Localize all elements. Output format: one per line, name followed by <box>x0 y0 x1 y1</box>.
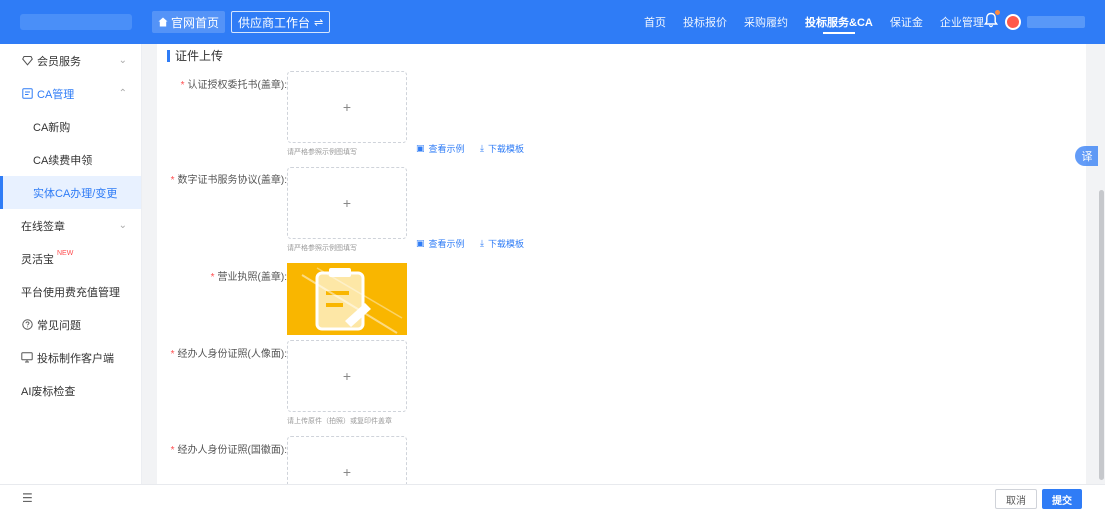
logo-image <box>20 14 132 30</box>
sidebar-item-member-service[interactable]: 会员服务 ⌄ <box>0 44 141 77</box>
field-label-text: 数字证书服务协议(盖章): <box>177 175 287 186</box>
ca-card-icon <box>21 88 33 100</box>
plus-icon: + <box>342 99 352 115</box>
field-label-service-agreement: * 数字证书服务协议(盖章): <box>157 171 287 186</box>
download-template-link[interactable]: ⤓ 下载模板 <box>480 237 524 250</box>
download-icon: ⤓ <box>480 143 484 153</box>
new-badge: NEW <box>57 250 74 257</box>
sidebar: 会员服务 ⌄ CA管理 ⌃ CA新购 CA续费申领 实体CA办理/变更 在线签章… <box>0 44 142 484</box>
download-icon: ⤓ <box>480 238 484 248</box>
sidebar-item-label: CA管理 <box>37 88 75 101</box>
question-icon <box>21 319 33 331</box>
submit-button[interactable]: 提交 <box>1042 489 1082 509</box>
view-example-link[interactable]: ▣ 查看示例 <box>416 237 465 250</box>
home-icon <box>158 17 168 27</box>
sidebar-item-ai-check[interactable]: AI废标检查 <box>0 374 141 407</box>
nav-enterprise[interactable]: 企业管理 <box>940 0 984 44</box>
link-text: 查看示例 <box>428 144 465 154</box>
required-mark: * <box>170 349 175 360</box>
link-text: 下载模板 <box>487 144 524 154</box>
required-mark: * <box>210 272 215 283</box>
nav-deposit[interactable]: 保证金 <box>890 0 923 44</box>
sidebar-item-ca-renew[interactable]: CA续费申领 <box>0 143 141 176</box>
bell-icon[interactable] <box>983 10 1000 28</box>
sidebar-item-label: 投标制作客户端 <box>37 352 114 365</box>
nav-home[interactable]: 首页 <box>644 0 666 44</box>
diamond-icon <box>21 55 33 67</box>
sidebar-item-label: 常见问题 <box>37 319 81 332</box>
official-home-label: 官网首页 <box>171 15 220 30</box>
supplier-workbench-button[interactable]: 供应商工作台 ⇌ <box>231 11 331 33</box>
link-text: 下载模板 <box>487 239 524 249</box>
sidebar-item-linghuobao[interactable]: 灵活宝 NEW <box>0 242 141 275</box>
upload-service-agreement[interactable]: + <box>287 167 407 239</box>
sidebar-item-label: 在线签章 <box>21 220 65 233</box>
upload-authorization[interactable]: + <box>287 71 407 143</box>
avatar[interactable] <box>1005 14 1021 30</box>
title-accent-bar <box>167 49 170 62</box>
swap-icon: ⇌ <box>314 16 324 29</box>
business-license-preview[interactable] <box>287 263 407 335</box>
chevron-down-icon: ⌄ <box>118 55 127 66</box>
link-text: 查看示例 <box>428 239 465 249</box>
main-nav: 首页 投标报价 采购履约 投标服务&CA 保证金 企业管理 <box>644 0 1001 44</box>
notification-dot <box>995 10 1000 15</box>
upload-id-back[interactable]: + <box>287 436 407 484</box>
field-label-text: 认证授权委托书(盖章): <box>187 80 287 91</box>
download-template-link[interactable]: ⤓ 下载模板 <box>480 142 524 155</box>
logo[interactable] <box>0 0 142 44</box>
field-label-text: 营业执照(盖章): <box>217 272 287 283</box>
top-nav-bar: 官网首页 供应商工作台 ⇌ 首页 投标报价 采购履约 投标服务&CA 保证金 企… <box>0 0 1105 44</box>
field-label-id-back: * 经办人身份证照(国徽面): <box>157 441 287 456</box>
sidebar-item-label: 会员服务 <box>37 55 81 68</box>
sidebar-item-bid-client[interactable]: 投标制作客户端 <box>0 341 141 374</box>
nav-bid-service-ca[interactable]: 投标服务&CA <box>805 0 873 44</box>
sidebar-item-physical-ca[interactable]: 实体CA办理/变更 <box>0 176 141 209</box>
sidebar-item-online-signature[interactable]: 在线签章 ⌄ <box>0 209 141 242</box>
image-icon: ▣ <box>416 143 425 153</box>
chevron-down-icon: ⌄ <box>118 220 127 231</box>
plus-icon: + <box>342 368 352 384</box>
upload-hint: 请严格参照示例图填写 <box>287 149 357 156</box>
field-label-text: 经办人身份证照(国徽面): <box>177 445 287 456</box>
sidebar-item-platform-fee[interactable]: 平台使用费充值管理 <box>0 275 141 308</box>
view-example-link[interactable]: ▣ 查看示例 <box>416 142 465 155</box>
section-title: 证件上传 <box>167 47 223 64</box>
sidebar-item-ca-new[interactable]: CA新购 <box>0 110 141 143</box>
sidebar-item-ca-management[interactable]: CA管理 ⌃ <box>0 77 141 110</box>
field-label-authorization: * 认证授权委托书(盖章): <box>157 76 287 91</box>
main-content: 证件上传 * 认证授权委托书(盖章): + 请严格参照示例图填写 ▣ 查看示例 ⤓ 下… <box>157 44 1086 484</box>
field-label-id-front: * 经办人身份证照(人像面): <box>157 345 287 360</box>
required-mark: * <box>170 445 175 456</box>
translate-float-button[interactable]: 译 <box>1075 146 1099 166</box>
collapse-menu-icon[interactable]: ☰ <box>22 491 33 505</box>
field-label-text: 经办人身份证照(人像面): <box>177 349 287 360</box>
plus-icon: + <box>342 464 352 480</box>
sidebar-item-label: 灵活宝 <box>21 253 54 266</box>
sidebar-item-faq[interactable]: 常见问题 <box>0 308 141 341</box>
upload-hint: 请上传原件（拍照）或复印件盖章 <box>287 418 392 425</box>
section-title-text: 证件上传 <box>175 49 224 63</box>
official-home-button[interactable]: 官网首页 <box>152 11 226 33</box>
scrollbar-thumb[interactable] <box>1099 190 1104 480</box>
chevron-up-icon: ⌃ <box>118 88 127 99</box>
nav-procurement[interactable]: 采购履约 <box>744 0 788 44</box>
upload-id-front[interactable]: + <box>287 340 407 412</box>
clipboard-icon <box>287 263 407 335</box>
required-mark: * <box>170 175 175 186</box>
image-icon: ▣ <box>416 238 425 248</box>
supplier-workbench-label: 供应商工作台 <box>238 15 311 30</box>
plus-icon: + <box>342 195 352 211</box>
required-mark: * <box>180 80 185 91</box>
monitor-icon <box>21 352 33 364</box>
footer-bar: ☰ 取消 提交 <box>0 484 1105 509</box>
upload-hint: 请严格参照示例图填写 <box>287 245 357 252</box>
user-name-redacted[interactable] <box>1027 16 1085 28</box>
cancel-button[interactable]: 取消 <box>995 489 1037 509</box>
field-label-business-license: * 营业执照(盖章): <box>157 268 287 283</box>
nav-bid-quote[interactable]: 投标报价 <box>683 0 727 44</box>
